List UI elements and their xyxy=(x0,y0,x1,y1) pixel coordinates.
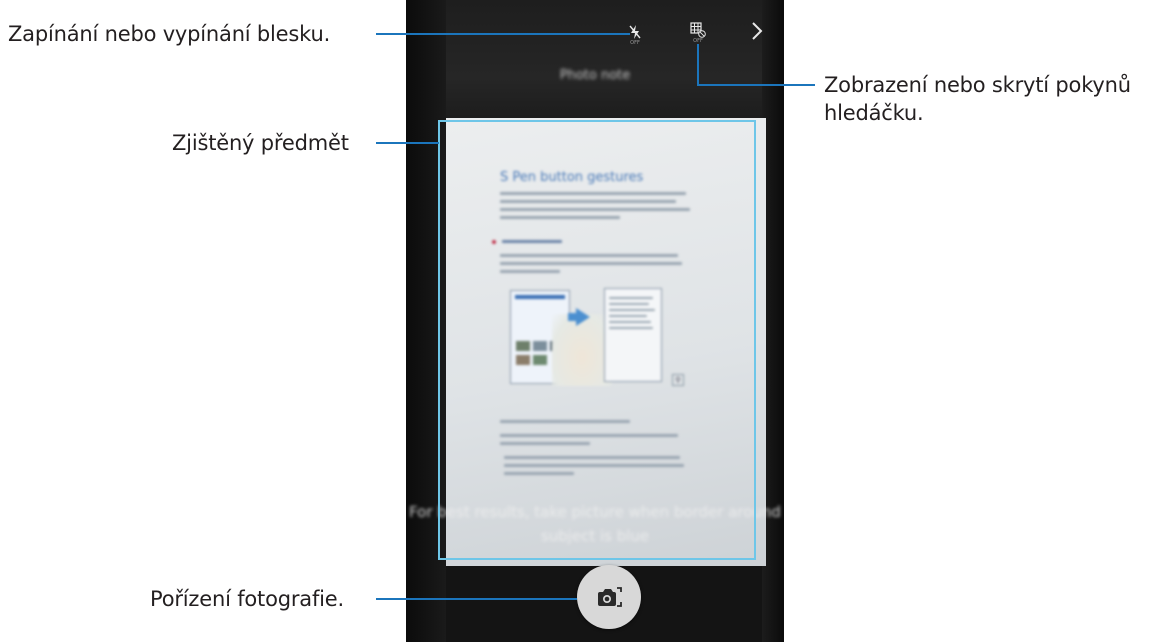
camera-capture-icon xyxy=(598,587,622,607)
capture-button[interactable] xyxy=(577,565,641,629)
callout-detected-line xyxy=(376,142,439,144)
callout-flash: Zapínání nebo vypínání blesku. xyxy=(8,22,331,46)
next-button[interactable] xyxy=(750,20,764,48)
callout-capture-line xyxy=(376,598,577,600)
detection-border xyxy=(438,120,756,560)
callout-guide-line-horizontal xyxy=(697,84,815,86)
flash-state-label: OFF xyxy=(630,40,640,46)
callout-guide-line-vertical xyxy=(697,44,699,85)
chevron-right-icon xyxy=(752,22,763,40)
callout-flash-line xyxy=(376,33,630,35)
callout-capture: Pořízení fotografie. xyxy=(150,587,344,611)
callout-guide-line2: hledáčku. xyxy=(824,101,924,125)
mode-title: Photo note xyxy=(559,68,631,83)
viewfinder-top-area xyxy=(406,0,784,130)
callout-guide-line1: Zobrazení nebo skrytí pokynů xyxy=(824,73,1131,97)
grid-off-icon xyxy=(690,22,706,38)
flash-toggle-button[interactable]: OFF xyxy=(628,24,642,46)
guide-toggle-button[interactable]: OFF xyxy=(690,22,706,44)
callout-detected: Zjištěný předmět xyxy=(172,131,349,155)
flash-off-icon xyxy=(629,25,641,39)
